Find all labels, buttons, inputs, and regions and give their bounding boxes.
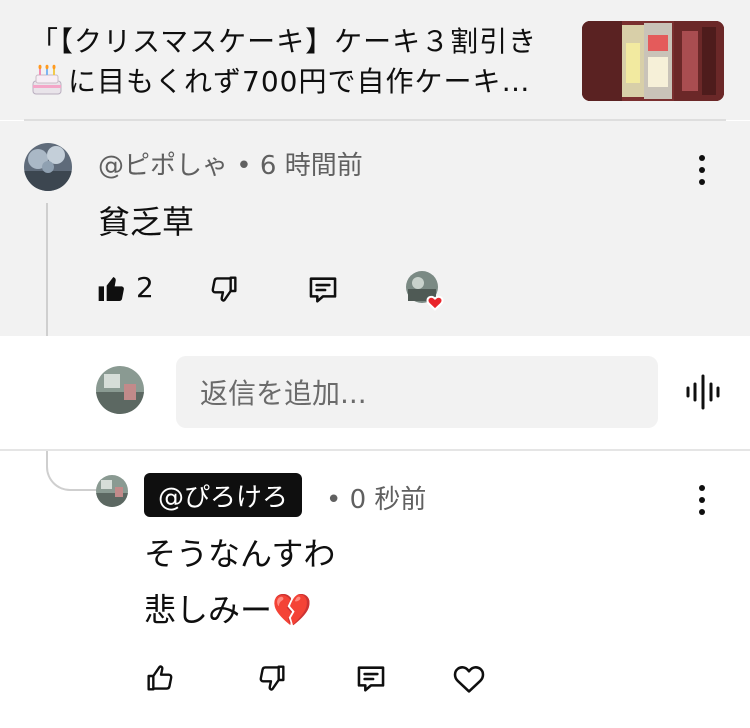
creator-avatar-icon (406, 271, 444, 311)
comment-time: 6 時間前 (259, 151, 363, 181)
reply-author: @ぴろけろ (158, 482, 289, 513)
voice-search-icon[interactable] (685, 374, 721, 410)
video-header[interactable]: 「【クリスマスケーキ】ケーキ３割引き に目もくれず700円で自作ケーキ… (0, 0, 750, 120)
reply-author-badge[interactable]: @ぴろけろ (144, 473, 303, 517)
like-count: 2 (136, 271, 154, 304)
thumbnail-image (582, 21, 724, 101)
thread-line (46, 203, 48, 336)
my-avatar[interactable] (96, 366, 144, 414)
avatar-image (24, 143, 72, 191)
reply-input-row: 返信を追加... (0, 336, 750, 450)
avatar[interactable] (24, 143, 72, 191)
creator-heart (406, 271, 444, 311)
avatar-image (96, 475, 128, 507)
reply-comment: @ぴろけろ • 0 秒前 そうなんすわ 悲しみー💔 (0, 451, 750, 728)
avatar-image (96, 366, 144, 414)
comment-icon[interactable] (354, 662, 388, 696)
reply-thread-curve (46, 451, 98, 491)
video-title-line-2-text: に目もくれず700円で自作ケーキ… (68, 65, 531, 98)
comment-icon[interactable] (306, 273, 340, 307)
more-vert-icon[interactable] (697, 155, 707, 185)
thumbs-up-icon[interactable] (96, 273, 128, 305)
video-title[interactable]: 「【クリスマスケーキ】ケーキ３割引き に目もくれず700円で自作ケーキ… (30, 22, 570, 102)
more-vert-icon[interactable] (697, 485, 707, 515)
video-thumbnail[interactable] (582, 21, 724, 101)
meta-separator: • (326, 485, 342, 515)
thumbs-up-icon[interactable] (144, 662, 176, 694)
comment-text: 貧乏草 (98, 203, 195, 241)
video-title-line-1: 「【クリスマスケーキ】ケーキ３割引き (30, 25, 538, 58)
reply-text-line-2: 悲しみー💔 (144, 591, 312, 629)
birthday-cake-emoji-icon (32, 64, 62, 95)
reply-meta: • 0 秒前 (326, 479, 426, 516)
video-title-line-2: に目もくれず700円で自作ケーキ… (30, 62, 570, 102)
reply-input-placeholder: 返信を追加... (200, 377, 367, 410)
thumbs-down-icon[interactable] (256, 662, 288, 694)
reply-text-line-1: そうなんすわ (144, 535, 336, 573)
comment-author[interactable]: @ピポしゃ (98, 151, 228, 181)
avatar[interactable] (96, 475, 128, 507)
heart-icon[interactable] (452, 662, 486, 694)
reply-input[interactable]: 返信を追加... (176, 356, 658, 428)
reply-time: 0 秒前 (349, 485, 427, 515)
meta-separator: • (236, 151, 252, 181)
parent-comment: @ピポしゃ • 6 時間前 貧乏草 2 (0, 121, 750, 336)
comment-meta: @ピポしゃ • 6 時間前 (98, 145, 363, 182)
thumbs-down-icon[interactable] (208, 273, 240, 305)
